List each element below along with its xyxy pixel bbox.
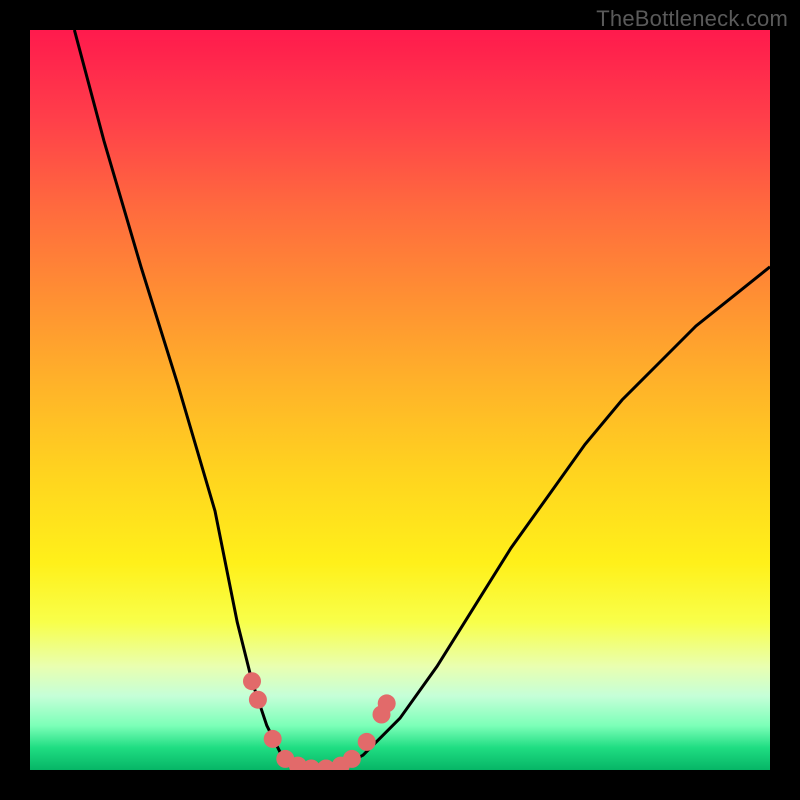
curve-marker — [243, 672, 261, 690]
bottleneck-plot — [30, 30, 770, 770]
bottleneck-curve — [74, 30, 770, 770]
chart-area — [30, 30, 770, 770]
curve-marker — [378, 694, 396, 712]
watermark-text: TheBottleneck.com — [596, 6, 788, 32]
curve-marker — [343, 750, 361, 768]
curve-marker — [249, 691, 267, 709]
curve-marker — [264, 730, 282, 748]
curve-marker — [358, 733, 376, 751]
